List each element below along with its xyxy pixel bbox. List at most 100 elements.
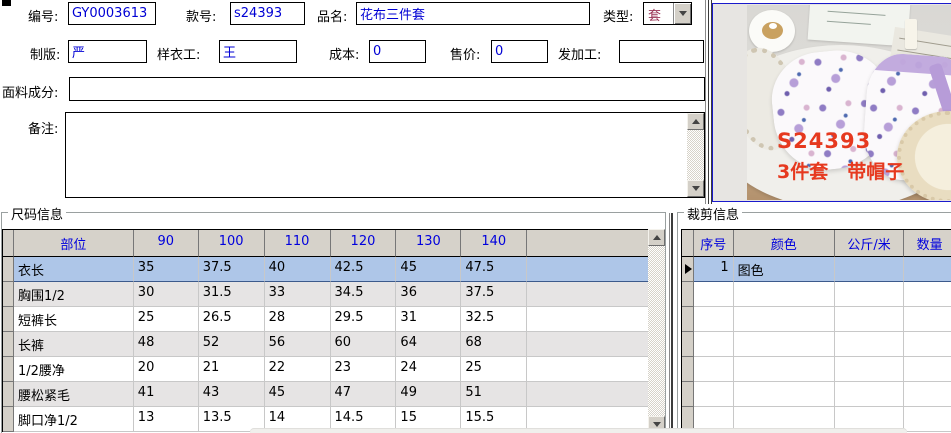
row-header[interactable] xyxy=(3,407,14,432)
cut-cell[interactable] xyxy=(693,357,734,382)
row-header[interactable] xyxy=(682,357,694,382)
cut-cell[interactable] xyxy=(834,382,905,407)
size-cell[interactable]: 47 xyxy=(330,382,397,407)
size-cell[interactable]: 13 xyxy=(133,407,199,432)
size-cell[interactable]: 68 xyxy=(461,332,528,357)
bianhao-input[interactable] xyxy=(68,2,156,25)
zhiban-input[interactable] xyxy=(68,40,147,63)
size-cell[interactable]: 32.5 xyxy=(461,307,528,332)
size-cell[interactable]: 37.5 xyxy=(461,282,528,307)
leixing-dropdown-button[interactable] xyxy=(673,3,691,24)
row-label[interactable]: 衣长 xyxy=(13,257,134,282)
row-header[interactable] xyxy=(3,382,14,407)
row-header[interactable] xyxy=(3,307,14,332)
size-cell[interactable]: 30 xyxy=(133,282,199,307)
cut-cell[interactable] xyxy=(733,307,835,332)
size-cell[interactable]: 52 xyxy=(198,332,265,357)
size-cell[interactable]: 48 xyxy=(133,332,199,357)
chengben-input[interactable] xyxy=(369,40,426,63)
cut-cell[interactable] xyxy=(733,382,835,407)
beizhu-memo[interactable] xyxy=(65,112,705,198)
cut-cell[interactable] xyxy=(733,357,835,382)
cut-cell[interactable] xyxy=(904,257,951,282)
size-cell[interactable]: 28 xyxy=(264,307,331,332)
cut-cell[interactable] xyxy=(904,332,951,357)
size-cell[interactable]: 36 xyxy=(396,282,462,307)
size-cell[interactable]: 31 xyxy=(396,307,462,332)
horizontal-scrollbar[interactable] xyxy=(250,428,907,433)
row-header[interactable] xyxy=(682,257,694,282)
pinming-input[interactable] xyxy=(356,2,590,25)
size-cell[interactable]: 20 xyxy=(133,357,199,382)
row-header[interactable] xyxy=(3,257,14,282)
size-cell[interactable]: 60 xyxy=(330,332,397,357)
size-cell[interactable]: 29.5 xyxy=(330,307,397,332)
row-header[interactable] xyxy=(682,282,694,307)
cut-cell[interactable] xyxy=(904,357,951,382)
size-cell[interactable]: 37.5 xyxy=(198,257,265,282)
size-cell[interactable]: 64 xyxy=(396,332,462,357)
size-cell[interactable]: 26.5 xyxy=(198,307,265,332)
cut-info-grid[interactable]: 序号 颜色 公斤/米 数量 1 图色 xyxy=(681,229,951,432)
beizhu-textarea[interactable] xyxy=(66,113,687,197)
size-cell[interactable]: 25 xyxy=(133,307,199,332)
cut-cell[interactable]: 图色 xyxy=(733,257,835,282)
row-label[interactable]: 脚口净1/2 xyxy=(13,407,134,432)
scroll-up-button[interactable] xyxy=(648,229,665,246)
size-cell[interactable]: 56 xyxy=(264,332,331,357)
cut-cell[interactable] xyxy=(834,332,905,357)
shoujia-input[interactable] xyxy=(491,40,548,63)
cut-cell[interactable] xyxy=(693,382,734,407)
scroll-up-button[interactable] xyxy=(687,113,704,130)
size-info-grid[interactable]: 部位 90 100 110 120 130 140 衣长 35 37.5 40 42.5 45 47.5 胸… xyxy=(2,229,650,432)
row-header[interactable] xyxy=(682,382,694,407)
size-cell[interactable]: 21 xyxy=(198,357,265,382)
size-cell[interactable]: 45 xyxy=(264,382,331,407)
size-cell[interactable]: 25 xyxy=(461,357,528,382)
size-cell[interactable]: 43 xyxy=(198,382,265,407)
size-cell[interactable]: 42.5 xyxy=(330,257,397,282)
cut-cell[interactable] xyxy=(904,307,951,332)
filler-cell[interactable] xyxy=(527,307,649,332)
cut-cell[interactable] xyxy=(904,407,951,432)
size-cell[interactable]: 41 xyxy=(133,382,199,407)
cut-cell[interactable] xyxy=(733,282,835,307)
cut-cell[interactable]: 1 xyxy=(693,257,734,282)
leixing-combobox[interactable]: 套 xyxy=(643,2,692,25)
size-cell[interactable]: 45 xyxy=(396,257,462,282)
cut-cell[interactable] xyxy=(834,257,905,282)
cut-cell[interactable] xyxy=(693,282,734,307)
row-label[interactable]: 胸围1/2 xyxy=(13,282,134,307)
row-header[interactable] xyxy=(3,332,14,357)
size-cell[interactable]: 49 xyxy=(396,382,462,407)
size-cell[interactable]: 40 xyxy=(264,257,331,282)
cut-cell[interactable] xyxy=(693,307,734,332)
size-cell[interactable]: 31.5 xyxy=(198,282,265,307)
scroll-down-button[interactable] xyxy=(687,180,704,197)
size-cell[interactable]: 35 xyxy=(133,257,199,282)
row-label[interactable]: 腰松紧毛 xyxy=(13,382,134,407)
cut-cell[interactable] xyxy=(834,357,905,382)
cut-cell[interactable] xyxy=(904,382,951,407)
row-label[interactable]: 1/2腰净 xyxy=(13,357,134,382)
filler-cell[interactable] xyxy=(527,282,649,307)
filler-cell[interactable] xyxy=(527,357,649,382)
yangyigong-input[interactable] xyxy=(219,40,297,63)
row-header[interactable] xyxy=(3,357,14,382)
row-label[interactable]: 短裤长 xyxy=(13,307,134,332)
size-cell[interactable]: 22 xyxy=(264,357,331,382)
cut-cell[interactable] xyxy=(733,332,835,357)
row-header[interactable] xyxy=(682,332,694,357)
row-label[interactable]: 长裤 xyxy=(13,332,134,357)
cut-cell[interactable] xyxy=(904,282,951,307)
size-cell[interactable]: 51 xyxy=(461,382,528,407)
cut-cell[interactable] xyxy=(834,282,905,307)
kuanhao-input[interactable] xyxy=(230,2,305,25)
size-cell[interactable]: 33 xyxy=(264,282,331,307)
size-cell[interactable]: 23 xyxy=(330,357,397,382)
beizhu-scrollbar[interactable] xyxy=(687,113,704,197)
size-cell[interactable]: 47.5 xyxy=(461,257,528,282)
size-cell[interactable]: 34.5 xyxy=(330,282,397,307)
filler-cell[interactable] xyxy=(527,332,649,357)
filler-cell[interactable] xyxy=(527,257,649,282)
